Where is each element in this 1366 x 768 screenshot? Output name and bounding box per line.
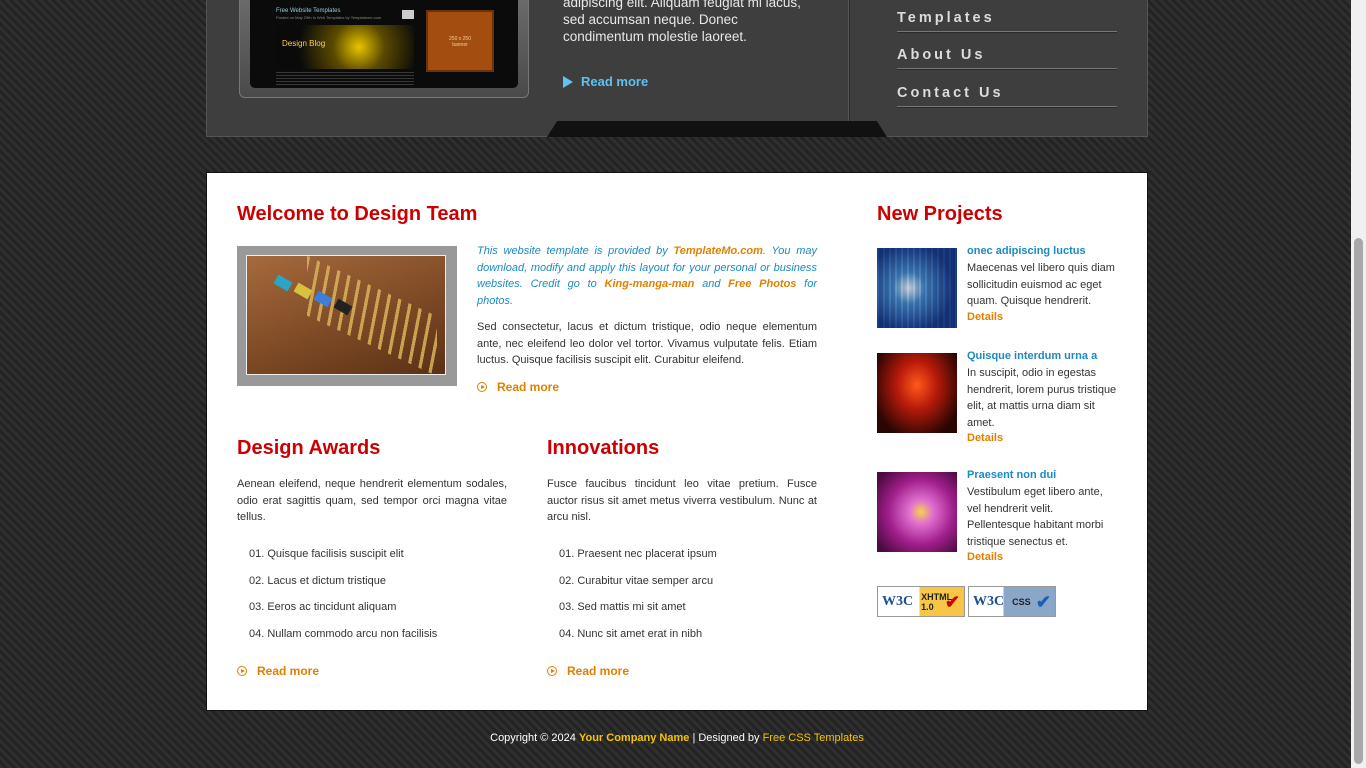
checkmark-icon: ✔ (1035, 592, 1051, 612)
header-read-more-label: Read more (581, 74, 649, 89)
awards-list: 01. Quisque facilisis suscipit elit 02. … (237, 548, 507, 654)
project-title-3[interactable]: Praesent non dui (967, 469, 1056, 481)
project-desc-3: Vestibulum eget libero ante, vel hendrer… (967, 486, 1104, 548)
preview-ad-label: banner (452, 42, 468, 48)
list-item: 03. Sed mattis mi sit amet (559, 601, 686, 613)
project-title-2[interactable]: Quisque interdum urna a (967, 350, 1097, 362)
list-item: 01. Praesent nec placerat ipsum (559, 548, 717, 560)
list-item: 03. Eeros ac tincidunt aliquam (249, 601, 397, 613)
free-photos-link[interactable]: Free Photos (728, 278, 796, 290)
play-arrow-icon (563, 75, 573, 88)
preview-body-lines (276, 72, 414, 86)
welcome-read-more-link[interactable]: Read more (477, 380, 559, 394)
project-details-link-2[interactable]: Details (967, 432, 1003, 444)
intro-text-3: and (694, 278, 729, 290)
project-thumbnail-circuit[interactable] (877, 248, 957, 328)
projects-heading: New Projects (877, 203, 1003, 225)
list-item: 02. Lacus et dictum tristique (249, 574, 386, 587)
circle-arrow-icon (477, 382, 487, 392)
site-footer: Copyright © 2024 Your Company Name | Des… (206, 732, 1148, 744)
checkmark-icon: ✔ (944, 592, 960, 612)
company-name-link[interactable]: Your Company Name (579, 732, 689, 744)
preview-banner: Design Blog (276, 25, 414, 69)
preview-subtitle: Posted on May 29th in Web Templates by T… (276, 15, 382, 20)
project-thumbnail-orchid[interactable] (877, 472, 957, 552)
template-screenshot: Free Website Templates Posted on May 29t… (250, 0, 518, 88)
list-item: 04. Nunc sit amet erat in nibh (559, 627, 703, 640)
nav-item-about-us[interactable]: About Us (897, 47, 1117, 69)
page-scrollbar[interactable] (1351, 0, 1366, 768)
nav-item-templates[interactable]: Templates (897, 10, 1117, 32)
nav-item-contact-us[interactable]: Contact Us (897, 85, 1117, 107)
preview-ad-box: 250 x 250 banner (426, 10, 494, 72)
binder-clips-photo (246, 255, 446, 375)
w3c-css-badge[interactable]: W3C CSS ✔ (968, 586, 1056, 617)
innovations-read-more-link[interactable]: Read more (547, 664, 629, 678)
preview-banner-text: Design Blog (282, 39, 326, 48)
project-details-link-3[interactable]: Details (967, 551, 1003, 563)
awards-read-more-label: Read more (257, 664, 320, 678)
circle-arrow-icon (547, 666, 557, 676)
w3c-xhtml-badge[interactable]: W3C XHTML 1.0 ✔ (877, 586, 965, 617)
header-divider (848, 0, 849, 122)
scrollbar-thumb[interactable] (1354, 238, 1363, 764)
preview-comment-badge (402, 10, 414, 19)
css-label: CSS (1012, 596, 1031, 607)
welcome-body: Sed consectetur, lacus et dictum tristiq… (477, 321, 817, 366)
project-details-link-1[interactable]: Details (967, 311, 1003, 323)
welcome-intro: This website template is provided by Tem… (477, 243, 817, 309)
designed-by-text: | Designed by (689, 732, 763, 744)
innovations-read-more-label: Read more (567, 664, 630, 678)
w3c-logo: W3C (973, 593, 1005, 609)
free-css-templates-link[interactable]: Free CSS Templates (763, 732, 864, 744)
preview-title: Free Website Templates (276, 8, 341, 14)
circle-arrow-icon (237, 666, 247, 676)
project-desc-2: In suscipit, odio in egestas hendrerit, … (967, 367, 1117, 429)
intro-text-1: This website template is provided by (477, 245, 674, 257)
awards-body: Aenean eleifend, neque hendrerit element… (237, 478, 507, 523)
project-thumbnail-fire[interactable] (877, 353, 957, 433)
welcome-heading: Welcome to Design Team (237, 203, 478, 225)
king-manga-man-link[interactable]: King-manga-man (605, 278, 695, 290)
welcome-read-more-label: Read more (497, 380, 560, 394)
welcome-photo-frame (237, 246, 457, 386)
project-desc-1: Maecenas vel libero quis diam sollicitud… (967, 262, 1115, 307)
innovations-list: 01. Praesent nec placerat ipsum 02. Cura… (547, 548, 817, 654)
header-description: adipiscing elit. Aliquam feugiat mi lacu… (563, 0, 801, 44)
awards-read-more-link[interactable]: Read more (237, 664, 319, 678)
innovations-heading: Innovations (547, 437, 660, 459)
copyright-text: Copyright © 2024 (490, 732, 579, 744)
w3c-logo: W3C (882, 593, 914, 609)
main-content: Welcome to Design Team This website temp… (206, 172, 1148, 711)
header-notch (547, 121, 887, 137)
templatemo-link[interactable]: TemplateMo.com (673, 245, 762, 257)
list-item: 02. Curabitur vitae semper arcu (559, 574, 714, 587)
list-item: 04. Nullam commodo arcu non facilisis (249, 627, 438, 640)
project-title-1[interactable]: onec adipiscing luctus (967, 245, 1086, 257)
site-header: Free Website Templates Posted on May 29t… (206, 0, 1148, 137)
list-item: 01. Quisque facilisis suscipit elit (249, 548, 404, 560)
header-read-more-link[interactable]: Read more (563, 74, 648, 89)
awards-heading: Design Awards (237, 437, 381, 459)
innovations-body: Fusce faucibus tincidunt leo vitae preti… (547, 478, 817, 523)
featured-template-preview[interactable]: Free Website Templates Posted on May 29t… (239, 0, 529, 98)
